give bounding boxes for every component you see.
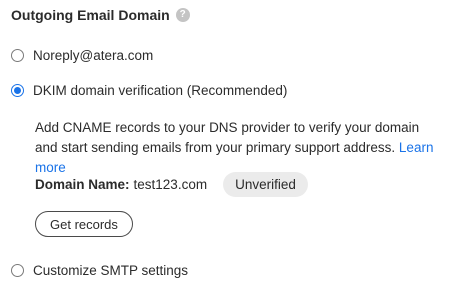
section-header: Outgoing Email Domain ? bbox=[11, 7, 190, 23]
domain-name-label: Domain Name: bbox=[35, 177, 130, 192]
radio-option-dkim[interactable]: DKIM domain verification (Recommended) bbox=[11, 83, 287, 98]
radio-label-smtp: Customize SMTP settings bbox=[33, 263, 189, 278]
get-records-button[interactable]: Get records bbox=[35, 211, 133, 237]
radio-label-noreply: Noreply@atera.com bbox=[33, 48, 154, 63]
domain-name-row: Domain Name: test123.com Unverified bbox=[35, 172, 308, 197]
radio-button-dkim[interactable] bbox=[11, 84, 24, 97]
radio-option-smtp[interactable]: Customize SMTP settings bbox=[11, 263, 188, 278]
status-badge: Unverified bbox=[223, 172, 308, 197]
section-title: Outgoing Email Domain bbox=[11, 7, 170, 23]
dkim-description-text: Add CNAME records to your DNS provider t… bbox=[35, 120, 420, 155]
radio-label-dkim: DKIM domain verification (Recommended) bbox=[33, 83, 288, 98]
radio-button-smtp[interactable] bbox=[11, 264, 24, 277]
radio-selected-dot bbox=[14, 87, 21, 94]
question-circle-icon[interactable]: ? bbox=[175, 8, 190, 22]
outgoing-email-domain-panel: Outgoing Email Domain ? Noreply@atera.co… bbox=[0, 0, 461, 291]
radio-option-noreply[interactable]: Noreply@atera.com bbox=[11, 48, 153, 63]
dkim-description: Add CNAME records to your DNS provider t… bbox=[35, 118, 445, 178]
radio-button-noreply[interactable] bbox=[11, 49, 24, 62]
domain-name-value: test123.com bbox=[133, 177, 208, 192]
